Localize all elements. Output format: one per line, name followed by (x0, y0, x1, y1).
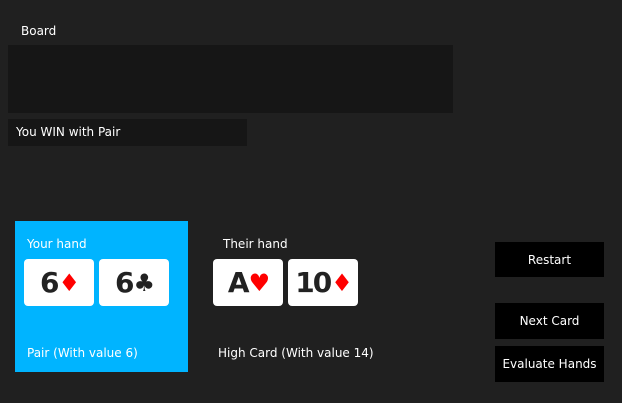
evaluate-hands-button[interactable]: Evaluate Hands (495, 346, 604, 382)
club-suit-icon: ♣ (133, 268, 154, 297)
board-area (8, 45, 453, 113)
card-rank: A (227, 265, 250, 299)
your-card-2: 6 ♣ (99, 259, 169, 306)
their-hand-title: Their hand (223, 237, 288, 251)
their-hand-value: High Card (With value 14) (218, 346, 374, 360)
board-label: Board (21, 24, 57, 38)
result-text: You WIN with Pair (16, 125, 121, 139)
diamond-suit-icon: ♦ (331, 268, 352, 297)
card-rank: 10 (295, 265, 332, 299)
their-card-1: A ♥ (213, 259, 283, 306)
result-bar: You WIN with Pair (8, 119, 247, 146)
card-rank: 6 (40, 265, 60, 299)
their-card-2: 10 ♦ (288, 259, 358, 306)
card-rank: 6 (115, 265, 135, 299)
restart-button[interactable]: Restart (495, 242, 604, 277)
heart-suit-icon: ♥ (248, 268, 270, 297)
your-hand-value: Pair (With value 6) (27, 346, 138, 360)
your-hand-title: Your hand (27, 237, 87, 251)
next-card-button[interactable]: Next Card (495, 303, 604, 339)
diamond-suit-icon: ♦ (58, 268, 79, 297)
your-card-1: 6 ♦ (24, 259, 94, 306)
